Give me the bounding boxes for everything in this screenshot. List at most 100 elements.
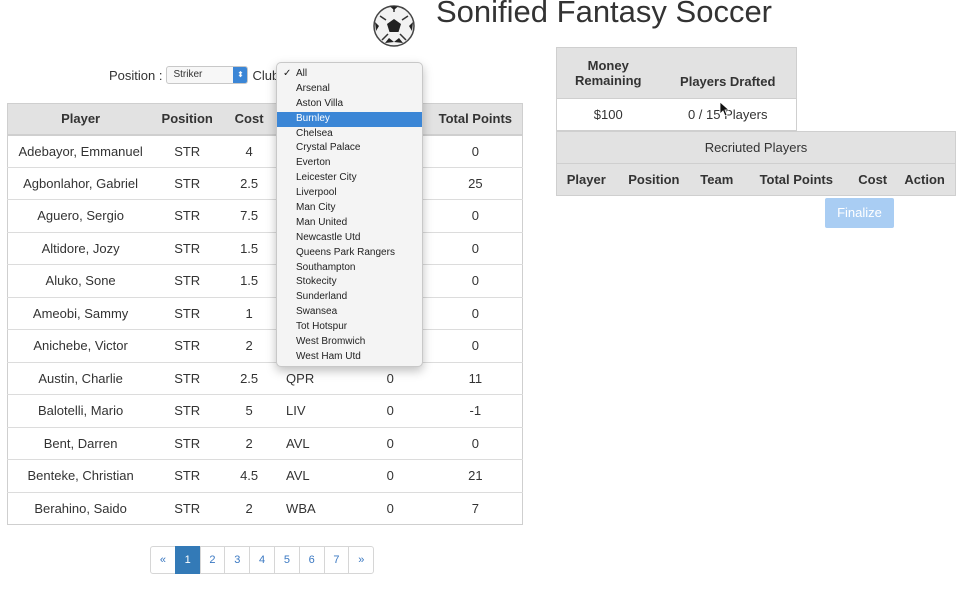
player-name-cell: Agbonlahor, Gabriel bbox=[7, 166, 154, 200]
position-select[interactable]: Striker ⬍ bbox=[166, 66, 249, 84]
header-cost[interactable]: Cost bbox=[221, 103, 278, 136]
team-cell: LIV bbox=[277, 394, 352, 427]
club-option-burnley[interactable]: Burnley bbox=[277, 111, 422, 127]
column-5-cell: 0 bbox=[351, 459, 429, 492]
player-name-cell: Berahino, Saido bbox=[7, 491, 154, 525]
table-row[interactable]: Benteke, Christian STR 4.5 AVL 0 21 bbox=[7, 459, 523, 492]
club-option-newcastle-utd[interactable]: Newcastle Utd bbox=[277, 231, 422, 246]
player-name-cell: Bent, Darren bbox=[7, 426, 154, 460]
total-points-cell: 7 bbox=[428, 491, 523, 525]
club-option-label: Chelsea bbox=[296, 127, 333, 139]
club-option-label: Sunderland bbox=[296, 291, 348, 303]
position-cell: STR bbox=[153, 231, 222, 265]
table-row[interactable]: Bent, Darren STR 2 AVL 0 0 bbox=[7, 426, 523, 460]
header-player[interactable]: Player bbox=[7, 103, 154, 136]
team-cell: AVL bbox=[277, 459, 352, 492]
cost-cell: 2 bbox=[221, 491, 278, 525]
table-row[interactable]: Berahino, Saido STR 2 WBA 0 7 bbox=[7, 491, 523, 525]
cost-cell: 2 bbox=[221, 426, 278, 460]
total-points-cell: 0 bbox=[428, 426, 523, 460]
club-dropdown-menu: ✓ All Arsenal Aston Villa Burnley Chelsea Crys… bbox=[276, 62, 423, 367]
club-option-label: Liverpool bbox=[296, 187, 337, 199]
position-cell: STR bbox=[153, 199, 222, 232]
column-5-cell: 0 bbox=[351, 491, 429, 525]
table-row[interactable]: Aguero, Sergio STR 7.5 0 bbox=[7, 199, 523, 232]
cost-cell: 2 bbox=[221, 329, 278, 362]
club-option-sunderland[interactable]: Sunderland bbox=[277, 290, 422, 305]
column-5-cell: 0 bbox=[351, 426, 429, 460]
club-option-label: Swansea bbox=[296, 306, 338, 318]
club-option-all[interactable]: ✓ All bbox=[277, 67, 422, 82]
players-table: Player Position Cost Total Points Adebay… bbox=[7, 103, 523, 525]
cost-cell: 1.5 bbox=[221, 264, 278, 297]
club-option-label: Man City bbox=[296, 202, 336, 214]
player-name-cell: Ameobi, Sammy bbox=[7, 296, 154, 330]
total-points-cell: 21 bbox=[428, 459, 523, 492]
club-option-label: Burnley bbox=[296, 112, 330, 124]
next-page-button[interactable]: » bbox=[348, 546, 375, 574]
page-2-button[interactable]: 2 bbox=[199, 546, 226, 574]
position-cell: STR bbox=[153, 394, 222, 427]
total-points-cell: 0 bbox=[428, 199, 523, 232]
table-row[interactable]: Ameobi, Sammy STR 1 0 bbox=[7, 296, 523, 330]
club-option-label: Southampton bbox=[296, 261, 356, 273]
club-option-west-bromwich[interactable]: West Bromwich bbox=[277, 335, 422, 350]
money-remaining-header: Money Remaining bbox=[556, 47, 660, 99]
club-option-label: Man United bbox=[296, 216, 348, 228]
table-row[interactable]: Austin, Charlie STR 2.5 QPR 0 11 bbox=[7, 361, 523, 395]
club-option-label: Arsenal bbox=[296, 82, 330, 94]
page-6-button[interactable]: 6 bbox=[298, 546, 325, 574]
club-option-man-city[interactable]: Man City bbox=[277, 201, 422, 216]
table-row[interactable]: Altidore, Jozy STR 1.5 0 bbox=[7, 231, 523, 265]
table-row[interactable]: Balotelli, Mario STR 5 LIV 0 -1 bbox=[7, 394, 523, 427]
club-option-leicester-city[interactable]: Leicester City bbox=[277, 171, 422, 186]
table-row[interactable]: Aluko, Sone STR 1.5 0 bbox=[7, 264, 523, 297]
club-option-west-ham-utd[interactable]: West Ham Utd bbox=[277, 350, 422, 365]
position-select-value: Striker bbox=[173, 69, 203, 80]
cost-cell: 4.5 bbox=[221, 459, 278, 492]
player-name-cell: Austin, Charlie bbox=[7, 361, 154, 395]
cost-cell: 7.5 bbox=[221, 199, 278, 232]
club-option-label: West Ham Utd bbox=[296, 350, 361, 362]
position-cell: STR bbox=[153, 264, 222, 297]
money-summary: Money Remaining Players Drafted $100 0 /… bbox=[556, 47, 797, 131]
table-row[interactable]: Agbonlahor, Gabriel STR 2.5 25 bbox=[7, 166, 523, 200]
club-option-chelsea[interactable]: Chelsea bbox=[277, 127, 422, 142]
checkmark-icon: ✓ bbox=[283, 68, 292, 79]
finalize-button[interactable]: Finalize bbox=[825, 198, 894, 228]
app-title: Sonified Fantasy Soccer bbox=[436, 0, 773, 29]
page-1-button[interactable]: 1 bbox=[174, 546, 201, 574]
club-option-swansea[interactable]: Swansea bbox=[277, 305, 422, 320]
page-7-button[interactable]: 7 bbox=[323, 546, 350, 574]
player-name-cell: Altidore, Jozy bbox=[7, 231, 154, 265]
club-option-southampton[interactable]: Southampton bbox=[277, 261, 422, 276]
cost-cell: 2.5 bbox=[221, 361, 278, 395]
page-3-button[interactable]: 3 bbox=[224, 546, 251, 574]
player-name-cell: Anichebe, Victor bbox=[7, 329, 154, 362]
page-4-button[interactable]: 4 bbox=[249, 546, 275, 574]
club-option-label: Crystal Palace bbox=[296, 142, 361, 154]
header-position[interactable]: Position bbox=[153, 103, 222, 136]
club-option-everton[interactable]: Everton bbox=[277, 156, 422, 171]
stepper-arrows-icon: ⬍ bbox=[233, 67, 248, 83]
header-total-points[interactable]: Total Points bbox=[428, 103, 523, 136]
club-option-liverpool[interactable]: Liverpool bbox=[277, 186, 422, 201]
total-points-cell: 0 bbox=[428, 329, 523, 362]
players-drafted-header: Players Drafted bbox=[659, 47, 797, 99]
total-points-cell: 25 bbox=[428, 166, 523, 200]
club-option-tot-hotspur[interactable]: Tot Hotspur bbox=[277, 320, 422, 335]
club-option-arsenal[interactable]: Arsenal bbox=[277, 82, 422, 97]
table-row[interactable]: Anichebe, Victor STR 2 0 bbox=[7, 329, 523, 362]
club-option-man-united[interactable]: Man United bbox=[277, 216, 422, 231]
position-cell: STR bbox=[153, 296, 222, 330]
page-5-button[interactable]: 5 bbox=[273, 546, 300, 574]
club-option-queens-park-rangers[interactable]: Queens Park Rangers bbox=[277, 246, 422, 261]
club-option-stokecity[interactable]: Stokecity bbox=[277, 275, 422, 290]
player-name-cell: Balotelli, Mario bbox=[7, 394, 154, 427]
soccer-ball-icon bbox=[373, 5, 415, 47]
previous-page-button[interactable]: « bbox=[150, 546, 176, 574]
player-name-cell: Benteke, Christian bbox=[7, 459, 154, 492]
club-option-aston-villa[interactable]: Aston Villa bbox=[277, 97, 422, 112]
club-option-crystal-palace[interactable]: Crystal Palace bbox=[277, 141, 422, 156]
table-row[interactable]: Adebayor, Emmanuel STR 4 0 bbox=[7, 134, 523, 167]
